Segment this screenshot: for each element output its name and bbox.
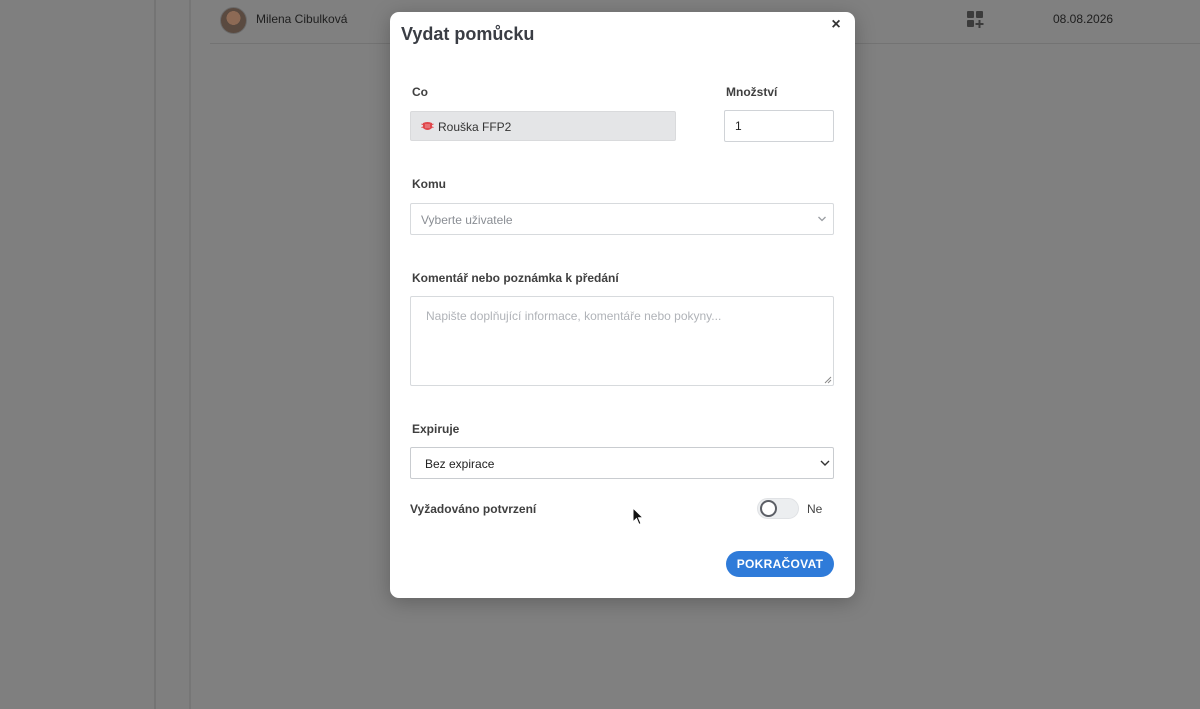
close-icon[interactable]: × <box>828 16 844 34</box>
mask-icon <box>421 122 434 130</box>
dialog-title: Vydat pomůcku <box>401 24 535 44</box>
quantity-label: Množství <box>726 85 778 99</box>
recipient-placeholder: Vyberte uživatele <box>421 213 513 227</box>
expiry-select[interactable]: Bez expirace <box>410 447 834 479</box>
row-user-name: Milena Cibulková <box>256 12 348 26</box>
confirmation-label: Vyžadováno potvrzení <box>410 502 537 516</box>
comment-label: Komentář nebo poznámka k předání <box>412 271 619 285</box>
confirmation-state: Ne <box>807 502 823 516</box>
chevron-down-icon <box>818 216 826 222</box>
expiry-label: Expiruje <box>412 422 460 436</box>
grid-plus-icon[interactable] <box>967 11 984 28</box>
item-value: Rouška FFP2 <box>438 120 512 134</box>
recipient-label: Komu <box>412 177 446 191</box>
avatar <box>220 7 247 34</box>
comment-placeholder: Napište doplňující informace, komentáře … <box>426 309 722 323</box>
comment-textarea[interactable]: Napište doplňující informace, komentáře … <box>410 296 834 386</box>
resize-handle-icon[interactable] <box>824 376 832 384</box>
quantity-field[interactable] <box>724 110 834 142</box>
continue-button[interactable]: POKRAČOVAT <box>726 551 834 577</box>
item-label: Co <box>412 85 428 99</box>
toggle-knob <box>760 500 777 517</box>
confirmation-toggle[interactable] <box>757 498 799 519</box>
issue-aid-dialog: Vydat pomůcku × Co Rouška FFP2 Množství … <box>390 12 855 598</box>
recipient-select[interactable]: Vyberte uživatele <box>410 203 834 235</box>
chevron-down-icon <box>820 460 830 466</box>
sidebar-divider <box>154 0 156 709</box>
mouse-cursor-icon <box>632 507 644 526</box>
row-date: 08.08.2026 <box>1053 12 1114 26</box>
item-field: Rouška FFP2 <box>410 111 676 141</box>
expiry-value: Bez expirace <box>425 457 495 471</box>
